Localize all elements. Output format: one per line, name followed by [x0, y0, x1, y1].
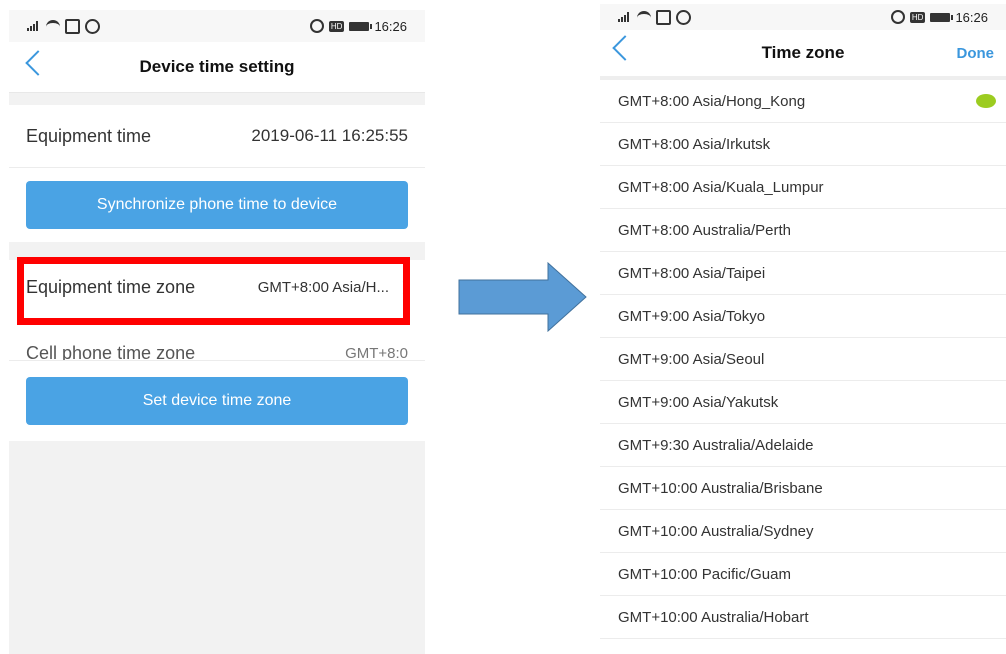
done-button[interactable]: Done	[957, 45, 995, 62]
time-zone-item[interactable]: GMT+8:00 Asia/Hong_Kong	[600, 80, 1006, 123]
whatsapp-icon	[676, 9, 691, 25]
equipment-time-label: Equipment time	[26, 125, 152, 146]
status-bar: HD 16:26	[600, 4, 1006, 30]
time-zone-label: GMT+8:00 Australia/Perth	[618, 221, 791, 239]
time-zone-label: GMT+10:00 Australia/Brisbane	[618, 479, 823, 497]
time-zone-item[interactable]: GMT+10:00 Australia/Brisbane	[600, 467, 1006, 510]
time-zone-list: GMT+8:00 Asia/Hong_Kong GMT+8:00 Asia/Irk…	[600, 80, 1006, 639]
page-title: Device time setting	[139, 57, 295, 76]
hd-badge: HD	[328, 20, 345, 32]
highlight-box	[17, 257, 410, 325]
time-zone-item[interactable]: GMT+10:00 Australia/Sydney	[600, 510, 1006, 553]
wifi-icon	[637, 10, 651, 24]
time-section: Equipment time 2019-06-11 16:25:55 Synch…	[9, 105, 425, 242]
equipment-time-value: 2019-06-11 16:25:55	[251, 126, 408, 145]
status-time: 16:26	[374, 18, 407, 34]
time-zone-item[interactable]: GMT+8:00 Asia/Irkutsk	[600, 123, 1006, 166]
cell-zone-label: Cell phone time zone	[26, 342, 196, 361]
time-zone-item[interactable]: GMT+8:00 Asia/Kuala_Lumpur	[600, 166, 1006, 209]
time-zone-label: GMT+9:00 Asia/Tokyo	[618, 307, 766, 325]
signal-icon	[27, 21, 41, 31]
alarm-icon	[890, 10, 905, 24]
time-zone-label: GMT+9:00 Asia/Seoul	[618, 350, 765, 368]
time-zone-label: GMT+10:00 Australia/Sydney	[618, 522, 814, 540]
battery-icon	[349, 21, 373, 31]
time-zone-screen: HD 16:26 Time zone Done GMT+8:00 Asia/Ho…	[600, 4, 1006, 654]
set-time-zone-button[interactable]: Set device time zone	[26, 377, 408, 425]
time-zone-item[interactable]: GMT+9:00 Asia/Seoul	[600, 338, 1006, 381]
hd-badge: HD	[909, 11, 926, 23]
app-notification-icon	[65, 18, 80, 34]
time-zone-label: GMT+9:30 Australia/Adelaide	[618, 436, 814, 454]
signal-icon	[618, 12, 632, 22]
time-zone-label: GMT+9:00 Asia/Yakutsk	[618, 393, 779, 411]
back-arrow-icon[interactable]	[25, 50, 51, 76]
time-zone-item[interactable]: GMT+9:30 Australia/Adelaide	[600, 424, 1006, 467]
time-zone-label: GMT+8:00 Asia/Irkutsk	[618, 135, 771, 153]
equipment-time-row: Equipment time 2019-06-11 16:25:55	[9, 105, 425, 168]
time-zone-item[interactable]: GMT+10:00 Australia/Hobart	[600, 596, 1006, 639]
time-zone-label: GMT+8:00 Asia/Kuala_Lumpur	[618, 178, 824, 196]
nav-bar: Device time setting	[9, 42, 425, 93]
device-time-setting-screen: HD 16:26 Device time setting Equipment t…	[9, 10, 425, 654]
battery-icon	[930, 12, 954, 22]
app-notification-icon	[656, 9, 671, 25]
time-zone-label: GMT+8:00 Asia/Taipei	[618, 264, 766, 282]
time-zone-item[interactable]: GMT+10:00 Pacific/Guam	[600, 553, 1006, 596]
time-zone-label: GMT+10:00 Australia/Hobart	[618, 608, 809, 626]
page-title: Time zone	[761, 43, 845, 62]
right-arrow-icon	[458, 262, 587, 332]
status-bar: HD 16:26	[9, 10, 425, 42]
time-zone-item[interactable]: GMT+9:00 Asia/Tokyo	[600, 295, 1006, 338]
time-zone-item[interactable]: GMT+9:00 Asia/Yakutsk	[600, 381, 1006, 424]
back-arrow-icon[interactable]	[612, 35, 638, 61]
selected-indicator-icon	[976, 94, 996, 108]
nav-bar: Time zone Done	[600, 30, 1006, 80]
whatsapp-icon	[85, 18, 100, 34]
time-zone-label: GMT+8:00 Asia/Hong_Kong	[618, 92, 806, 110]
wifi-icon	[46, 19, 60, 33]
alarm-icon	[309, 19, 324, 33]
time-zone-item[interactable]: GMT+8:00 Australia/Perth	[600, 209, 1006, 252]
cell-zone-value: GMT+8:0	[345, 344, 408, 361]
status-time: 16:26	[955, 9, 988, 25]
time-zone-label: GMT+10:00 Pacific/Guam	[618, 565, 791, 583]
time-zone-item[interactable]: GMT+8:00 Asia/Taipei	[600, 252, 1006, 295]
sync-time-button[interactable]: Synchronize phone time to device	[26, 181, 408, 229]
